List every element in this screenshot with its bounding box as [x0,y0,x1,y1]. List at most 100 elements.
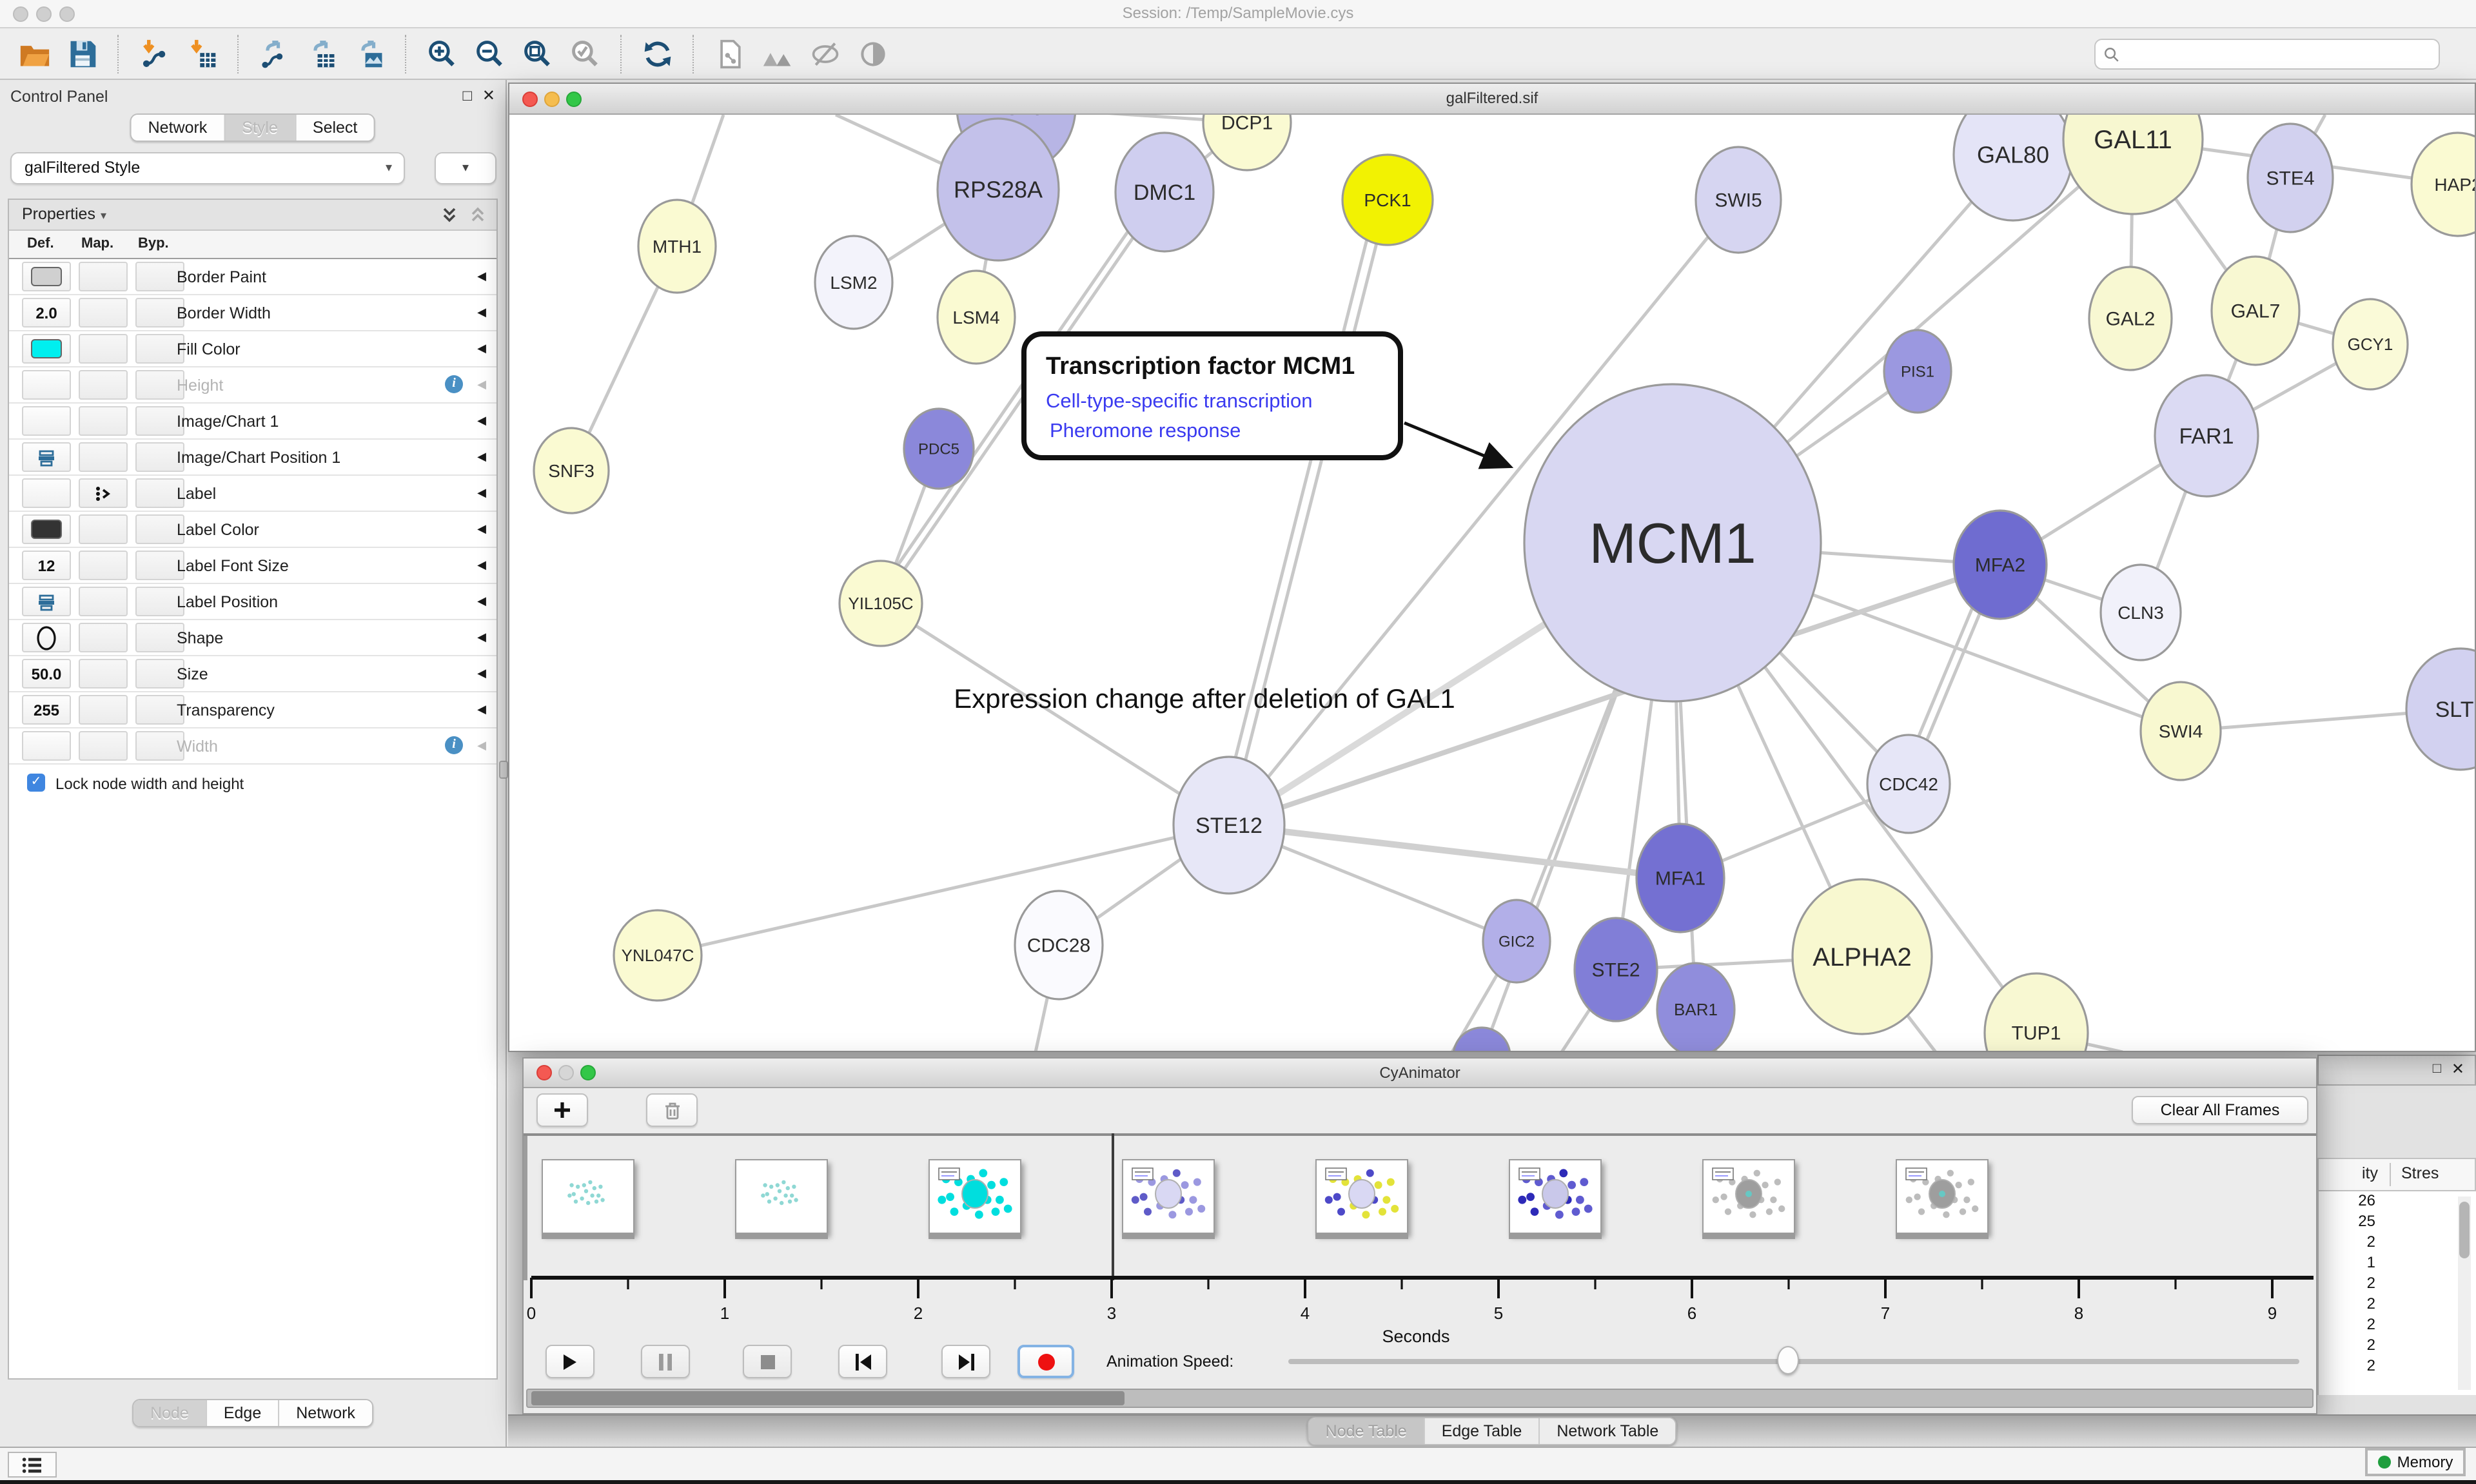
property-row-width[interactable]: Widthi◀ [9,728,496,765]
timeline-frame-0[interactable] [542,1159,634,1234]
clear-all-frames-button[interactable]: Clear All Frames [2132,1096,2308,1124]
expand-all-icon[interactable] [440,210,457,228]
refresh-icon[interactable] [640,36,674,71]
timeline-frame-4[interactable] [1315,1159,1408,1234]
search-field[interactable] [2094,39,2440,70]
zoom-out-icon[interactable] [472,36,507,71]
property-row-label-color[interactable]: Label Color◀ [9,512,496,548]
tab-edge-table[interactable]: Edge Table [1424,1418,1539,1444]
timeline-frame-7[interactable] [1896,1159,1989,1234]
timeline-frame-2[interactable] [928,1159,1021,1234]
play-button[interactable] [545,1345,594,1378]
annotation-callout[interactable]: Transcription factor MCM1Cell-type-speci… [1024,334,1508,465]
property-row-transparency[interactable]: 255Transparency◀ [9,692,496,728]
snapshot-icon[interactable] [712,36,747,71]
skip-to-start-button[interactable] [838,1345,887,1378]
table-cell[interactable]: 25 [2319,1212,2375,1233]
export-image-icon[interactable] [352,36,387,71]
timeline-frame-6[interactable] [1702,1159,1795,1234]
slider-thumb[interactable] [1777,1346,1799,1374]
hide-panel-icon[interactable] [807,36,842,71]
property-row-border-width[interactable]: 2.0Border Width◀ [9,295,496,331]
zoom-fit-icon[interactable] [520,36,555,71]
expand-property-icon[interactable]: ◀ [477,522,486,536]
expand-property-icon[interactable]: ◀ [477,594,486,609]
network-node-cut[interactable] [1453,1028,1510,1051]
timeline-frame-1[interactable] [735,1159,828,1234]
expand-property-icon[interactable]: ◀ [477,450,486,464]
export-network-icon[interactable] [257,36,291,71]
tab-network-bottom[interactable]: Network [278,1400,372,1426]
timeline-playhead[interactable] [1112,1133,1114,1280]
tab-select[interactable]: Select [295,115,375,141]
tab-network-table[interactable]: Network Table [1538,1418,1675,1444]
table-cell[interactable]: 2 [2319,1336,2375,1356]
group-icon[interactable] [760,36,794,71]
expand-property-icon[interactable]: ◀ [477,703,486,717]
network-caption[interactable]: Expression change after deletion of GAL1 [954,683,1455,714]
panel-splitter-handle[interactable] [499,761,508,779]
expand-property-icon[interactable]: ◀ [477,667,486,681]
timeline-frame-3[interactable] [1122,1159,1215,1234]
save-icon[interactable] [64,36,99,71]
column-header[interactable]: Stres [2401,1164,2439,1182]
table-cell[interactable]: 26 [2319,1191,2375,1212]
property-row-height[interactable]: Heighti◀ [9,367,496,404]
style-selector[interactable]: galFiltered Style ▾ [10,152,405,184]
pause-button[interactable] [641,1345,690,1378]
annotation-link[interactable]: Pheromone response [1050,419,1241,442]
expand-property-icon[interactable]: ◀ [477,739,486,753]
expand-property-icon[interactable]: ◀ [477,269,486,284]
annotation-link[interactable]: Cell-type-specific transcription [1046,389,1312,412]
zoom-in-icon[interactable] [424,36,459,71]
property-row-image-chart-position-1[interactable]: Image/Chart Position 1◀ [9,440,496,476]
memory-button[interactable]: Memory [2365,1448,2466,1476]
property-row-label-position[interactable]: Label Position◀ [9,584,496,620]
expand-property-icon[interactable]: ◀ [477,486,486,500]
expand-property-icon[interactable]: ◀ [477,342,486,356]
properties-header[interactable]: Properties [22,205,95,223]
tab-node-table[interactable]: Node Table [1309,1418,1424,1444]
tab-network[interactable]: Network [132,115,224,141]
float-table-icon[interactable]: □ [2433,1061,2441,1077]
property-row-image-chart-1[interactable]: Image/Chart 1◀ [9,404,496,440]
show-panel-icon[interactable] [855,36,890,71]
timeline-frame-5[interactable] [1509,1159,1602,1234]
tab-style[interactable]: Style [224,115,295,141]
collapse-all-icon[interactable] [469,210,486,228]
expand-property-icon[interactable]: ◀ [477,414,486,428]
tab-node[interactable]: Node [133,1400,206,1426]
task-history-button[interactable] [8,1452,57,1478]
import-network-icon[interactable] [137,36,172,71]
table-cell[interactable]: 2 [2319,1315,2375,1336]
record-button[interactable] [1017,1345,1074,1378]
skip-to-end-button[interactable] [941,1345,990,1378]
expand-property-icon[interactable]: ◀ [477,630,486,645]
table-cell[interactable]: 2 [2319,1356,2375,1377]
property-row-fill-color[interactable]: Fill Color◀ [9,331,496,367]
property-row-border-paint[interactable]: Border Paint◀ [9,259,496,295]
property-row-shape[interactable]: Shape◀ [9,620,496,656]
table-cell[interactable]: 2 [2319,1274,2375,1294]
network-canvas[interactable]: RPS28BDCP1RPS28ADMC1PCK1SWI5GAL80GAL11ST… [509,115,2475,1051]
search-input[interactable] [2120,45,2439,63]
expand-property-icon[interactable]: ◀ [477,306,486,320]
stop-button[interactable] [743,1345,792,1378]
expand-property-icon[interactable]: ◀ [477,378,486,392]
property-row-label[interactable]: Label◀ [9,476,496,512]
zoom-selected-icon[interactable] [567,36,602,71]
table-cell[interactable]: 2 [2319,1233,2375,1253]
add-frame-button[interactable] [536,1093,588,1127]
delete-frame-button[interactable] [646,1093,698,1127]
timeline-ruler[interactable]: 0123456789Seconds [524,1265,2319,1345]
property-row-label-font-size[interactable]: 12Label Font Size◀ [9,548,496,584]
property-row-size[interactable]: 50.0Size◀ [9,656,496,692]
float-panel-icon[interactable]: □ [463,86,473,104]
export-table-icon[interactable] [304,36,339,71]
import-table-icon[interactable] [184,36,219,71]
lock-checkbox[interactable]: ✓ [27,774,45,792]
expand-property-icon[interactable]: ◀ [477,558,486,572]
timeline-scrollbar[interactable] [526,1389,2314,1408]
close-table-icon[interactable]: ✕ [2451,1060,2464,1078]
style-options-button[interactable]: ▾ [435,152,496,184]
